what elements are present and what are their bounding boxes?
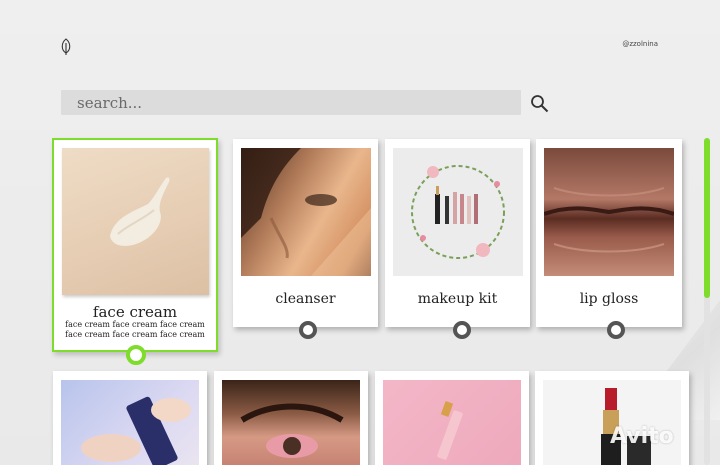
- scrollbar-thumb[interactable]: [704, 138, 710, 298]
- cleanser-image: [241, 148, 371, 276]
- lipstick-pink-image: [383, 380, 521, 465]
- product-card-lipstick-red[interactable]: [535, 371, 689, 465]
- search-input[interactable]: [77, 93, 497, 112]
- eye-makeup-image: [222, 380, 360, 465]
- product-card-eye-makeup[interactable]: [214, 371, 368, 465]
- card-title: cleanser: [275, 291, 336, 307]
- product-card-makeup-kit[interactable]: makeup kit: [385, 139, 530, 327]
- radio-makeup-kit[interactable]: [453, 321, 471, 339]
- avito-watermark: Avito: [610, 424, 674, 449]
- product-card-lipstick-pink[interactable]: [375, 371, 529, 465]
- card-title: makeup kit: [417, 291, 498, 307]
- search-bar[interactable]: [61, 90, 521, 115]
- serum-image: [61, 380, 199, 465]
- lip-gloss-image: [544, 148, 674, 276]
- radio-face-cream[interactable]: [126, 345, 146, 365]
- card-description: face cream face cream face cream face cr…: [65, 320, 205, 339]
- leaf-icon: [61, 38, 71, 55]
- search-icon[interactable]: [530, 94, 549, 113]
- product-card-cleanser[interactable]: cleanser: [233, 139, 378, 327]
- lipstick-red-image: [543, 380, 681, 465]
- face-cream-image: [62, 148, 209, 295]
- makeup-kit-image: [393, 148, 523, 276]
- card-title: lip gloss: [579, 291, 639, 307]
- product-card-serum[interactable]: [53, 371, 207, 465]
- card-title: face cream: [92, 303, 178, 321]
- product-card-face-cream[interactable]: face cream face cream face cream face cr…: [52, 138, 218, 352]
- user-handle[interactable]: @zzolnina: [622, 40, 658, 48]
- radio-lip-gloss[interactable]: [607, 321, 625, 339]
- radio-cleanser[interactable]: [299, 321, 317, 339]
- product-card-lip-gloss[interactable]: lip gloss: [536, 139, 682, 327]
